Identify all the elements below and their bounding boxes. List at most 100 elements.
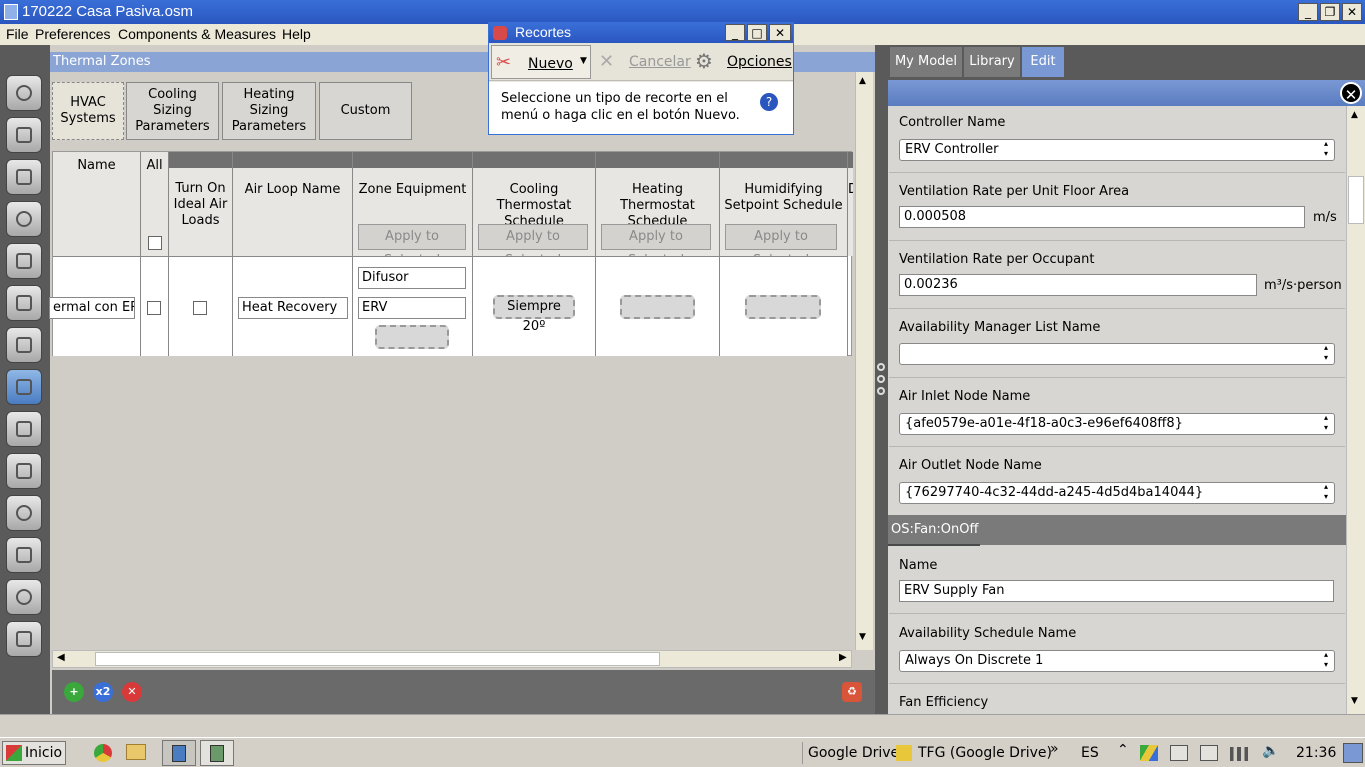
equipment-difusor[interactable]: Difusor xyxy=(358,267,466,289)
apply-zone-equipment-button[interactable]: Apply to Selected xyxy=(358,224,466,268)
panel-splitter[interactable] xyxy=(875,45,888,715)
thermal-zones-icon[interactable] xyxy=(6,369,42,405)
apply-heating-button[interactable]: Apply to Selected xyxy=(601,224,711,268)
main-panel xyxy=(50,45,875,715)
building-summary-icon[interactable] xyxy=(6,453,42,489)
tab-cooling-sizing[interactable]: Cooling Sizing Parameters xyxy=(126,82,219,140)
grid-horizontal-scrollbar[interactable]: ◀ ▶ xyxy=(52,650,852,668)
controller-name-select[interactable]: ERV Controller xyxy=(899,139,1335,161)
run-simulation-icon[interactable] xyxy=(6,579,42,615)
building-stories-icon[interactable] xyxy=(6,285,42,321)
language-indicator[interactable]: ES xyxy=(1081,745,1099,761)
heating-cell xyxy=(596,256,720,356)
col-ideal-air: Turn On Ideal Air Loads xyxy=(169,152,233,256)
chrome-icon[interactable] xyxy=(94,744,112,762)
tab-edit[interactable]: Edit xyxy=(1022,47,1064,77)
add-equipment-dropzone[interactable] xyxy=(375,325,449,349)
simulation-settings-icon[interactable] xyxy=(6,537,42,573)
measures-icon[interactable] xyxy=(6,495,42,531)
equipment-erv[interactable]: ERV xyxy=(358,297,466,319)
tab-hvac-systems[interactable]: HVAC Systems xyxy=(52,82,124,140)
google-drive-toolbar[interactable]: Google Drive xyxy=(808,745,899,761)
inspector-scrollbar[interactable]: ▲ ▼ xyxy=(1346,106,1365,714)
row-select-checkbox[interactable] xyxy=(147,301,161,315)
tfg-folder-toolbar[interactable]: TFG (Google Drive) xyxy=(918,745,1052,761)
minimize-button[interactable]: _ xyxy=(1298,3,1318,21)
copy-zone-icon[interactable]: x2 xyxy=(93,682,113,702)
nuevo-button[interactable]: ✂ Nuevo ▼ xyxy=(491,45,591,79)
hvac-systems-icon[interactable] xyxy=(6,411,42,447)
vent-area-input[interactable]: 0.000508 xyxy=(899,206,1305,228)
volume-icon[interactable]: 🔈 xyxy=(1262,743,1279,759)
help-icon[interactable]: ? xyxy=(760,93,778,111)
google-drive-tray-icon[interactable] xyxy=(1140,745,1158,761)
col-all: All xyxy=(141,152,169,256)
close-inspector-icon[interactable]: ✕ xyxy=(1340,82,1362,104)
avail-schedule-select[interactable]: Always On Discrete 1 xyxy=(899,650,1335,672)
cooling-cell: Siempre 20º xyxy=(473,256,596,356)
explorer-icon[interactable] xyxy=(126,744,146,760)
start-button[interactable]: Inicio xyxy=(2,741,66,765)
add-zone-icon[interactable]: + xyxy=(64,682,84,702)
inspector-scroll-thumb[interactable] xyxy=(1348,176,1364,224)
schedules-icon[interactable] xyxy=(6,117,42,153)
humidifying-schedule-dropzone[interactable] xyxy=(745,295,821,319)
tab-library[interactable]: Library xyxy=(964,47,1020,77)
air-inlet-select[interactable]: {afe0579e-a01e-4f18-a0c3-e96ef6408ff8} xyxy=(899,413,1335,435)
zone-name-input[interactable]: ermal con ERV xyxy=(49,297,135,319)
grid-vertical-scrollbar[interactable]: ▲ ▼ xyxy=(855,72,873,650)
apply-humidifying-button[interactable]: Apply to Selected xyxy=(725,224,837,268)
snip-close-button[interactable]: ✕ xyxy=(769,24,791,41)
close-button[interactable]: ✕ xyxy=(1342,3,1362,21)
menu-help[interactable]: Help xyxy=(282,26,311,42)
show-desktop-icon[interactable] xyxy=(1343,743,1363,763)
toolbar-more-icon[interactable]: » xyxy=(1050,741,1059,757)
device-icon[interactable] xyxy=(1200,745,1218,761)
signal-icon[interactable] xyxy=(1230,747,1248,761)
tray-expand-icon[interactable]: ⌃ xyxy=(1117,742,1129,758)
air-outlet-select[interactable]: {76297740-4c32-44dd-a245-4d5d4ba14044} xyxy=(899,482,1335,504)
delete-zone-icon[interactable]: ✕ xyxy=(122,682,142,702)
openstudio-icon xyxy=(172,745,186,762)
cooling-schedule-value[interactable]: Siempre 20º xyxy=(493,295,575,334)
air-loop-name-field[interactable]: Heat Recovery xyxy=(238,297,348,319)
tab-custom[interactable]: Custom xyxy=(319,82,412,140)
network-error-icon[interactable] xyxy=(1170,745,1188,761)
scroll-thumb[interactable] xyxy=(95,652,660,666)
heating-schedule-dropzone[interactable] xyxy=(620,295,695,319)
site-icon[interactable] xyxy=(6,75,42,111)
openstudio-task-2[interactable] xyxy=(200,740,234,766)
col-name: Name xyxy=(53,152,141,256)
new-snip-icon: ✂ xyxy=(496,52,512,73)
purge-icon[interactable]: ♻ xyxy=(842,682,862,702)
tab-heating-sizing[interactable]: Heating Sizing Parameters xyxy=(222,82,316,140)
nuevo-dropdown-icon[interactable]: ▼ xyxy=(580,56,587,66)
fan-name-input[interactable]: ERV Supply Fan xyxy=(899,580,1334,602)
menu-components-measures[interactable]: Components & Measures xyxy=(118,26,276,42)
col-humidifying-schedule: Humidifying Setpoint Schedule Apply to S… xyxy=(720,152,848,268)
clock[interactable]: 21:36 xyxy=(1296,745,1336,761)
restore-button[interactable]: ❐ xyxy=(1320,3,1340,21)
openstudio-task-1[interactable] xyxy=(162,740,196,766)
opciones-button[interactable]: Opciones xyxy=(727,54,792,70)
results-summary-icon[interactable] xyxy=(6,621,42,657)
select-all-checkbox[interactable] xyxy=(148,236,162,250)
air-inlet-label: Air Inlet Node Name xyxy=(899,389,1031,404)
bottom-action-bar: + x2 ✕ ♻ xyxy=(52,670,875,714)
ideal-air-checkbox[interactable] xyxy=(193,301,207,315)
loads-icon[interactable] xyxy=(6,201,42,237)
avail-manager-select[interactable] xyxy=(899,343,1335,365)
constructions-icon[interactable] xyxy=(6,159,42,195)
window-title: 170222 Casa Pasiva.osm xyxy=(22,3,193,20)
snip-minimize-button[interactable]: _ xyxy=(725,24,745,41)
facility-icon[interactable] xyxy=(6,327,42,363)
scissors-icon xyxy=(493,26,507,40)
space-types-icon[interactable] xyxy=(6,243,42,279)
apply-cooling-button[interactable]: Apply to Selected xyxy=(478,224,588,268)
vent-occ-input[interactable]: 0.00236 xyxy=(899,274,1257,296)
snip-maximize-button[interactable]: □ xyxy=(747,24,767,41)
menu-preferences[interactable]: Preferences xyxy=(35,26,110,42)
tab-my-model[interactable]: My Model xyxy=(890,47,962,77)
menu-file[interactable]: File xyxy=(6,26,29,42)
cancelar-button[interactable]: Cancelar xyxy=(629,54,691,70)
